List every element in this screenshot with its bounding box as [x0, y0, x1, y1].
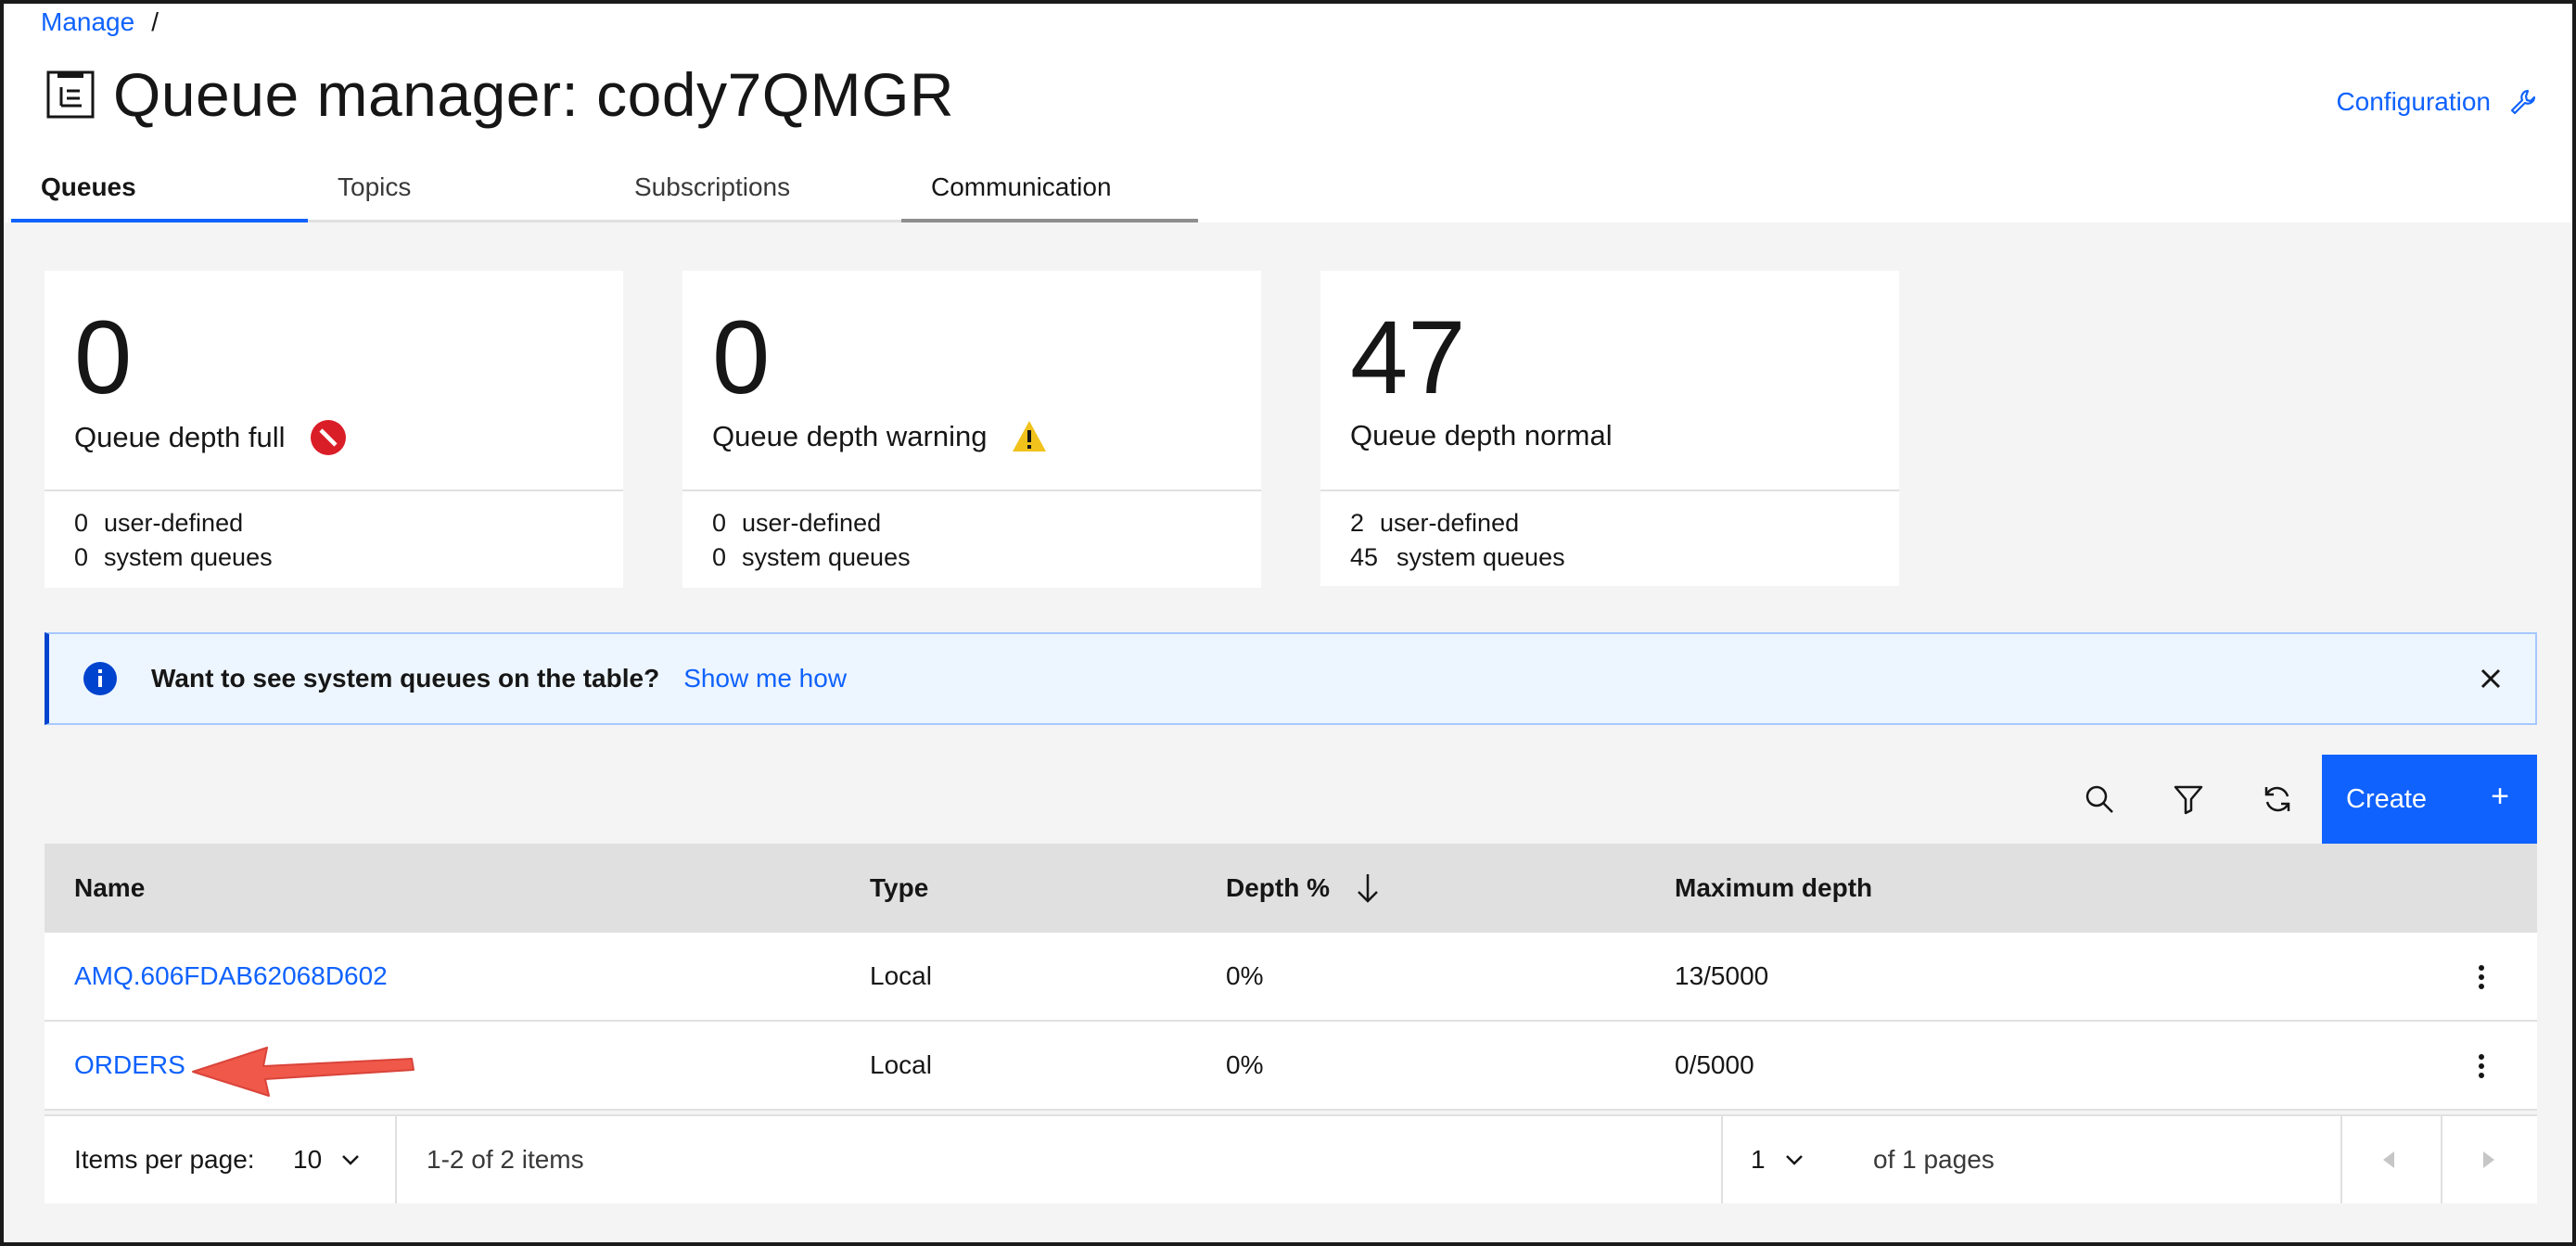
close-icon[interactable]: [2474, 662, 2507, 695]
items-per-page-select[interactable]: 10: [293, 1116, 361, 1203]
info-banner: Want to see system queues on the table? …: [45, 632, 2537, 725]
pager-divider: [2441, 1116, 2442, 1203]
pager-divider: [2340, 1116, 2342, 1203]
page-header: Manage / Queue manager: cody7QMGR Config…: [4, 4, 2572, 222]
plus-icon: +: [2491, 779, 2509, 814]
queue-max-depth: 0/5000: [1675, 1050, 1754, 1079]
system-queues-count: 45: [1350, 543, 1379, 571]
header-depth[interactable]: Depth %: [1226, 844, 1382, 933]
error-icon: [310, 420, 346, 455]
overflow-menu-icon[interactable]: [2478, 964, 2485, 990]
user-defined-count: 0: [74, 509, 89, 537]
card-depth-warning: 0 Queue depth warning 0 user-defined 0 sys…: [682, 271, 1261, 588]
warning-icon: [1013, 421, 1047, 451]
show-me-how-link[interactable]: Show me how: [683, 664, 847, 693]
user-defined-count: 2: [1350, 509, 1365, 537]
card-breakdown: 2 user-defined 45 system queues: [1350, 506, 1565, 575]
page-select[interactable]: 1: [1751, 1116, 1804, 1203]
card-divider: [1320, 490, 1899, 491]
user-defined-label: user-defined: [742, 509, 882, 537]
card-depth-normal: 47 Queue depth normal 2 user-defined 45 sy…: [1320, 271, 1899, 586]
pager-divider: [395, 1116, 397, 1203]
card-breakdown: 0 user-defined 0 system queues: [712, 506, 911, 575]
breadcrumb: Manage /: [41, 7, 159, 37]
create-label: Create: [2346, 783, 2428, 814]
title-row: Queue manager: cody7QMGR: [45, 59, 954, 130]
card-count: 0: [74, 299, 133, 415]
system-queues-label: system queues: [104, 543, 273, 571]
configuration-label[interactable]: Configuration: [2336, 87, 2491, 117]
breadcrumb-manage-link[interactable]: Manage: [41, 7, 134, 37]
system-queues-label: system queues: [1396, 543, 1565, 571]
card-label-row: Queue depth warning: [712, 419, 1048, 454]
overflow-menu-icon[interactable]: [2478, 1053, 2485, 1079]
header-depth-label: Depth %: [1226, 873, 1330, 902]
system-queues-label: system queues: [742, 543, 911, 571]
caret-right-icon: [2483, 1151, 2494, 1168]
table-row[interactable]: AMQ.606FDAB62068D602 Local 0% 13/5000: [45, 933, 2537, 1022]
card-divider: [682, 490, 1261, 491]
items-per-page-value: 10: [293, 1145, 323, 1174]
tab-queues[interactable]: Queues: [11, 165, 308, 222]
refresh-icon[interactable]: [2259, 781, 2296, 818]
breadcrumb-separator: /: [151, 7, 159, 36]
app-window: Manage / Queue manager: cody7QMGR Config…: [0, 0, 2576, 1246]
pagination-bar: Items per page: 10 1-2 of 2 items 1 of 1…: [45, 1114, 2537, 1203]
card-breakdown: 0 user-defined 0 system queues: [74, 506, 273, 575]
queue-type: Local: [870, 1050, 932, 1079]
caret-left-icon: [2383, 1151, 2394, 1168]
user-defined-label: user-defined: [104, 509, 244, 537]
previous-page-button[interactable]: [2381, 1116, 2396, 1203]
card-label-row: Queue depth normal: [1350, 419, 1613, 452]
queue-type: Local: [870, 961, 932, 990]
card-label-row: Queue depth full: [74, 419, 347, 456]
chevron-down-icon: [342, 1155, 360, 1165]
tab-communication[interactable]: Communication: [901, 165, 1198, 222]
configuration-link[interactable]: Configuration: [2336, 87, 2537, 117]
items-per-page-label: Items per page:: [74, 1145, 255, 1174]
card-count: 0: [712, 299, 771, 415]
page-total: of 1 pages: [1873, 1145, 1995, 1174]
arrow-down-icon[interactable]: [1354, 871, 1382, 905]
page-number: 1: [1751, 1145, 1766, 1174]
filter-icon[interactable]: [2170, 781, 2207, 818]
user-defined-label: user-defined: [1380, 509, 1520, 537]
queue-name-link[interactable]: ORDERS: [74, 1022, 185, 1109]
next-page-button[interactable]: [2481, 1116, 2496, 1203]
table-toolbar: Create +: [45, 755, 2537, 844]
card-label: Queue depth normal: [1350, 419, 1613, 451]
wrench-icon: [2510, 89, 2536, 115]
header-type[interactable]: Type: [870, 844, 928, 933]
header-maximum-depth[interactable]: Maximum depth: [1675, 844, 1872, 933]
header-name[interactable]: Name: [74, 844, 145, 933]
pager-divider: [1721, 1116, 1723, 1203]
banner-message: Want to see system queues on the table?: [151, 664, 660, 693]
create-button[interactable]: Create +: [2322, 755, 2537, 844]
page-title: Queue manager: cody7QMGR: [113, 60, 955, 129]
queue-name-link[interactable]: AMQ.606FDAB62068D602: [74, 933, 388, 1020]
queue-manager-icon: [46, 70, 95, 119]
info-icon: [83, 662, 117, 695]
system-queues-count: 0: [712, 543, 727, 571]
pagination-range: 1-2 of 2 items: [427, 1145, 584, 1174]
annotation-arrow-icon: [192, 1047, 414, 1097]
card-divider: [45, 490, 623, 491]
chevron-down-icon: [1785, 1155, 1803, 1165]
card-label: Queue depth full: [74, 421, 286, 453]
card-count: 47: [1350, 299, 1466, 415]
user-defined-count: 0: [712, 509, 727, 537]
tab-subscriptions[interactable]: Subscriptions: [605, 165, 901, 222]
table-header: Name Type Depth % Maximum depth: [45, 844, 2537, 933]
queue-max-depth: 13/5000: [1675, 961, 1769, 990]
card-label: Queue depth warning: [712, 420, 988, 452]
queue-depth: 0%: [1226, 961, 1264, 990]
search-icon[interactable]: [2081, 781, 2118, 818]
tab-bar: Queues Topics Subscriptions Communicatio…: [11, 165, 1198, 222]
tab-topics[interactable]: Topics: [308, 165, 605, 222]
system-queues-count: 0: [74, 543, 89, 571]
queue-depth: 0%: [1226, 1050, 1264, 1079]
card-depth-full: 0 Queue depth full 0 user-defined 0 system…: [45, 271, 623, 588]
